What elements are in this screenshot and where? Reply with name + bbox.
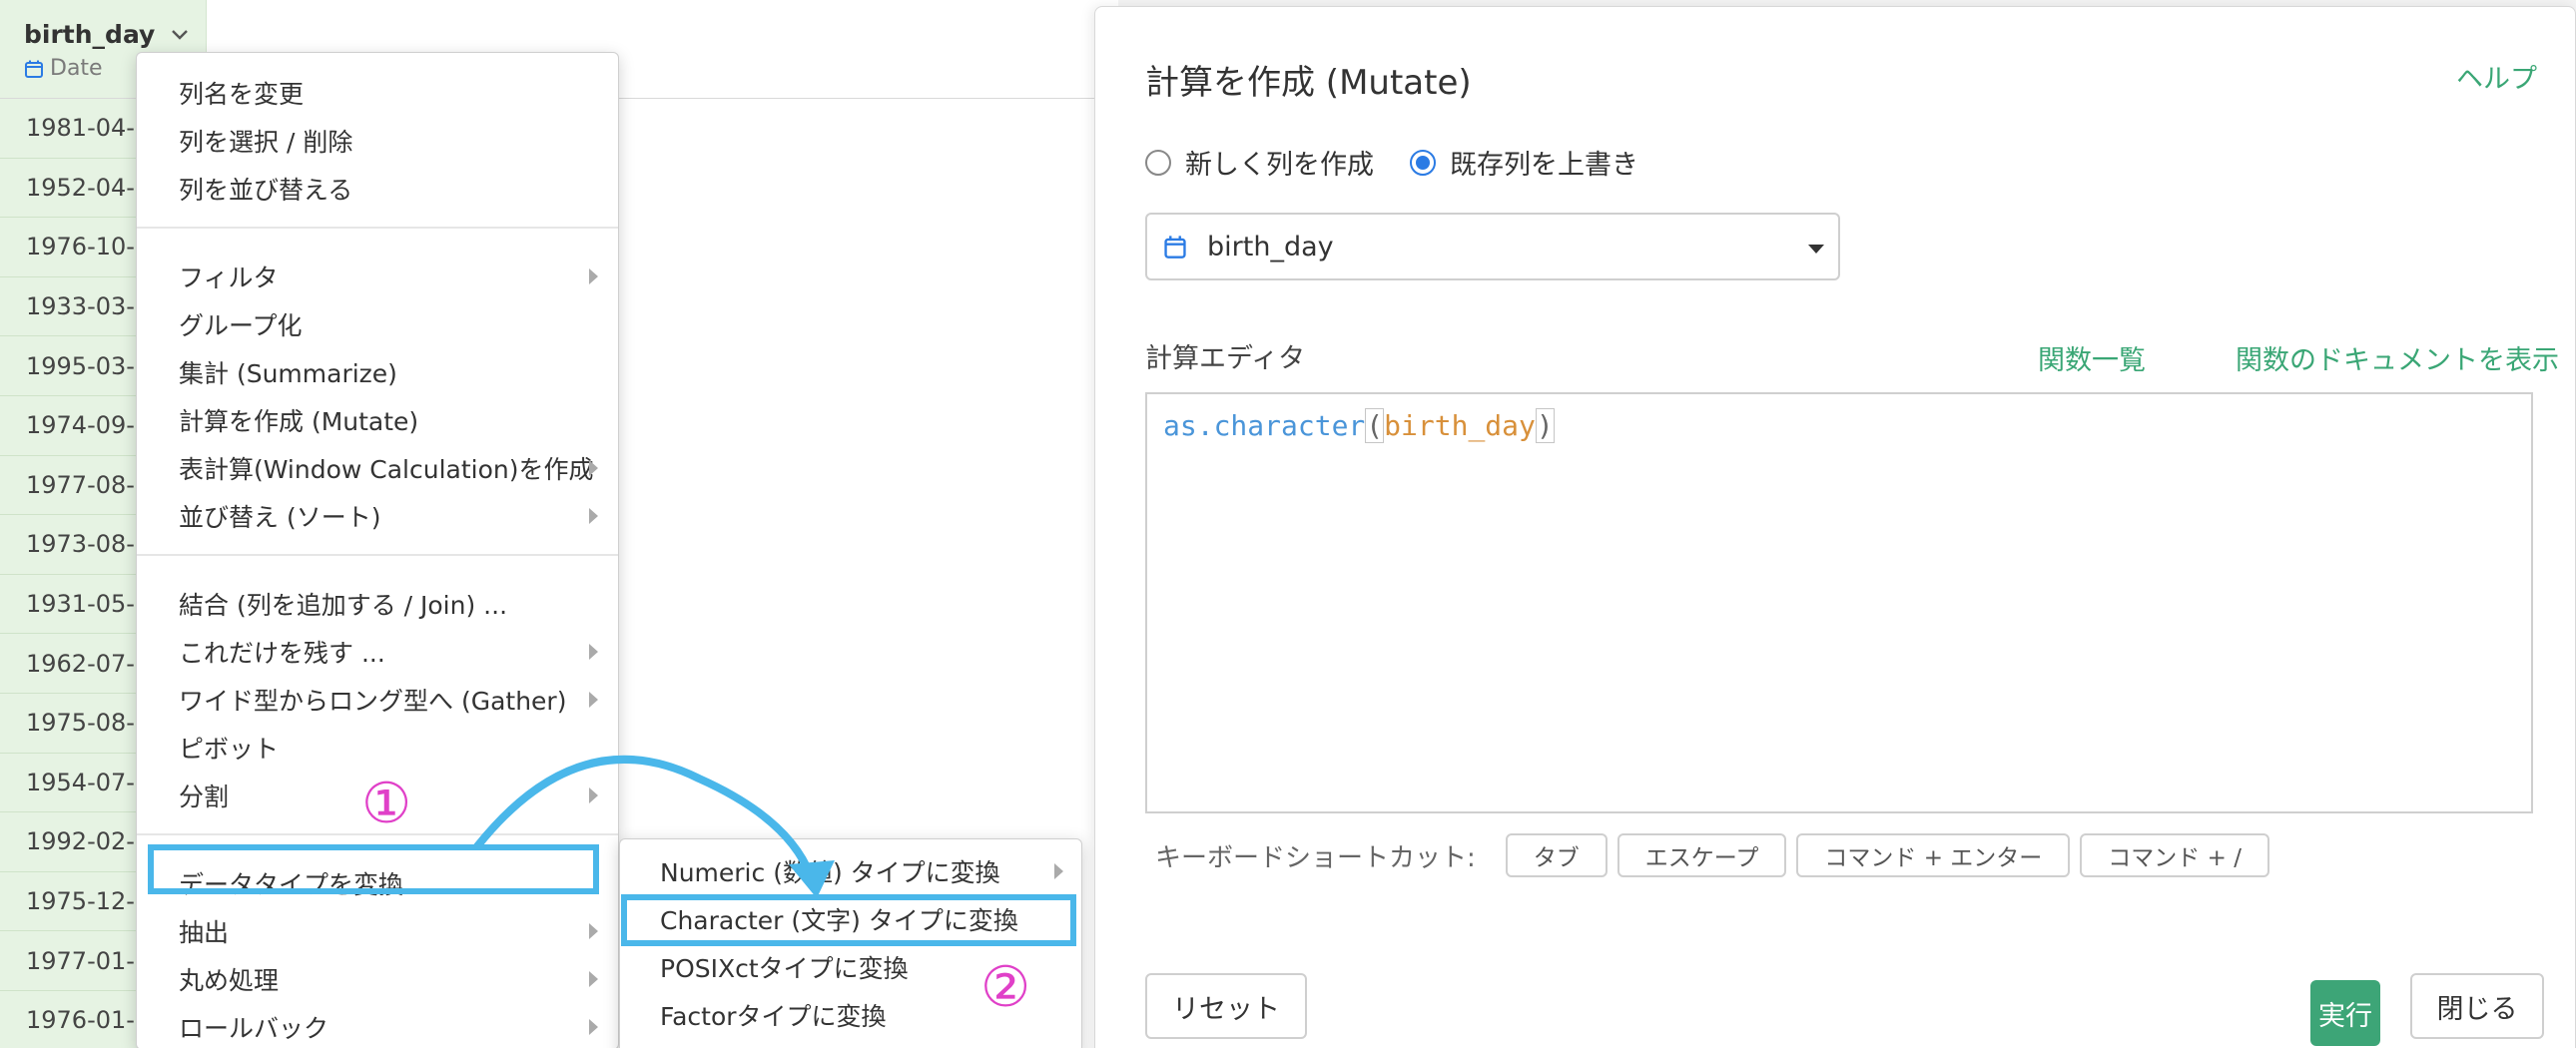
close-button[interactable]: 閉じる (2410, 973, 2544, 1039)
menu-item[interactable]: 計算を作成 (Mutate) (137, 398, 618, 442)
menu-item[interactable]: ロールバック (137, 1005, 618, 1048)
menu-item[interactable]: 列を並び替える (137, 167, 618, 211)
code-argument: birth_day (1384, 409, 1536, 442)
menu-divider (137, 554, 618, 556)
submenu-arrow-icon (1054, 863, 1063, 879)
menu-item[interactable]: 並び替え (ソート) (137, 494, 618, 538)
menu-item[interactable]: 集計 (Summarize) (137, 350, 618, 394)
radio-overwrite-column-label[interactable]: 既存列を上書き (1450, 143, 1638, 182)
submenu-item-label: POSIXctタイプに変換 (660, 954, 909, 983)
menu-item[interactable]: 表計算(Window Calculation)を作成 (137, 446, 618, 490)
mutate-dialog: 計算を作成 (Mutate) ヘルプ 新しく列を作成 既存列を上書き birth… (1094, 6, 2576, 1048)
menu-item-label: 列を選択 / 削除 (179, 128, 353, 157)
code-function: as.character (1163, 409, 1366, 442)
submenu-item-label: Numeric (数値) タイプに変換 (660, 858, 1000, 887)
shortcut-label: キーボードショートカット: (1155, 842, 1476, 873)
submenu-item[interactable]: Character (文字) タイプに変換 (620, 897, 1081, 941)
menu-item-label: これだけを残す ... (179, 639, 385, 668)
menu-item-label: 表計算(Window Calculation)を作成 (179, 455, 594, 484)
annotation-one: ① (361, 772, 412, 836)
reset-button[interactable]: リセット (1145, 973, 1307, 1039)
help-link[interactable]: ヘルプ (2456, 57, 2537, 96)
submenu-arrow-icon (589, 1019, 598, 1035)
code-close-paren: ) (1535, 408, 1555, 443)
column-type-label: Date (50, 56, 103, 81)
menu-item[interactable]: グループ化 (137, 302, 618, 346)
submenu-item[interactable]: Numeric (数値) タイプに変換 (620, 849, 1081, 893)
code-open-paren: ( (1365, 408, 1385, 443)
function-docs-link[interactable]: 関数のドキュメントを表示 (2236, 338, 2559, 377)
menu-item-label: 計算を作成 (Mutate) (179, 407, 419, 436)
column-name: birth_day (24, 20, 156, 49)
menu-item[interactable]: 結合 (列を追加する / Join) ... (137, 582, 618, 626)
menu-item-label: ワイド型からロング型へ (Gather) (179, 687, 567, 716)
annotation-two: ② (980, 955, 1031, 1020)
shortcut-escape: エスケープ (1616, 833, 1787, 877)
radio-new-column[interactable] (1145, 149, 1171, 176)
submenu-item-label: Factorタイプに変換 (660, 1002, 887, 1031)
calendar-icon (25, 60, 43, 78)
submenu-arrow-icon (589, 508, 598, 524)
column-select[interactable]: birth_day (1145, 213, 1840, 280)
menu-item[interactable]: ピボット (137, 726, 618, 770)
shortcut-cmd-slash: コマンド + / (2080, 833, 2269, 877)
submenu-arrow-icon (589, 787, 598, 803)
calendar-icon (1164, 236, 1186, 259)
column-type: Date (24, 56, 103, 81)
dialog-title: 計算を作成 (Mutate) (1145, 63, 1472, 103)
calculation-editor[interactable]: as.character(birth_day) (1145, 392, 2533, 813)
menu-item-label: データタイプを変換 (179, 870, 404, 899)
menu-item[interactable]: ワイド型からロング型へ (Gather) (137, 678, 618, 722)
submenu-item-label: Character (文字) タイプに変換 (660, 906, 1018, 935)
menu-item-label: 抽出 (179, 918, 230, 947)
submenu-arrow-icon (589, 923, 598, 939)
column-context-menu: 列名を変更列を選択 / 削除 列を並び替える フィルタグループ化集計 (Summar… (136, 52, 619, 1048)
menu-item-label: フィルタ (179, 263, 279, 292)
menu-item[interactable]: 丸め処理 (137, 957, 618, 1001)
function-list-link[interactable]: 関数一覧 (2038, 338, 2146, 377)
chevron-down-icon[interactable] (168, 22, 192, 46)
submenu-arrow-icon (589, 460, 598, 476)
run-button[interactable]: 実行 (2310, 980, 2380, 1046)
menu-item-label: 結合 (列を追加する / Join) ... (179, 591, 508, 620)
menu-item[interactable]: 列を選択 / 削除 (137, 119, 618, 163)
menu-item-label: ロールバック (179, 1014, 329, 1043)
submenu-arrow-icon (589, 971, 598, 987)
menu-item-label: 丸め処理 (179, 966, 280, 995)
radio-overwrite-column[interactable] (1410, 149, 1436, 176)
keyboard-shortcuts: キーボードショートカット: タブ エスケープ コマンド + エンター コマンド … (1155, 833, 2269, 877)
radio-new-column-label[interactable]: 新しく列を作成 (1185, 143, 1374, 182)
shortcut-cmd-enter: コマンド + エンター (1796, 833, 2071, 877)
column-select-value: birth_day (1207, 231, 1334, 262)
menu-item-label: グループ化 (179, 311, 303, 340)
menu-item[interactable]: データタイプを変換 (137, 861, 618, 905)
menu-item[interactable]: 列名を変更 (137, 71, 618, 115)
submenu-arrow-icon (589, 692, 598, 708)
editor-label: 計算エディタ (1145, 343, 1306, 374)
menu-item[interactable]: フィルタ (137, 255, 618, 298)
mode-radio-group: 新しく列を作成 既存列を上書き (1145, 143, 1674, 182)
menu-item-label: ピボット (179, 735, 280, 764)
menu-item-label: 列を並び替える (179, 176, 353, 205)
menu-item-label: 分割 (179, 783, 230, 811)
submenu-arrow-icon (589, 268, 598, 284)
menu-item-label: 列名を変更 (179, 80, 305, 109)
submenu-arrow-icon (589, 644, 598, 660)
caret-down-icon[interactable] (1808, 245, 1824, 254)
menu-item[interactable]: 抽出 (137, 909, 618, 953)
menu-item[interactable]: これだけを残す ... (137, 630, 618, 674)
menu-divider (137, 227, 618, 229)
shortcut-tab: タブ (1505, 833, 1608, 877)
menu-item-label: 並び替え (ソート) (179, 503, 381, 532)
menu-item-label: 集計 (Summarize) (179, 359, 397, 388)
